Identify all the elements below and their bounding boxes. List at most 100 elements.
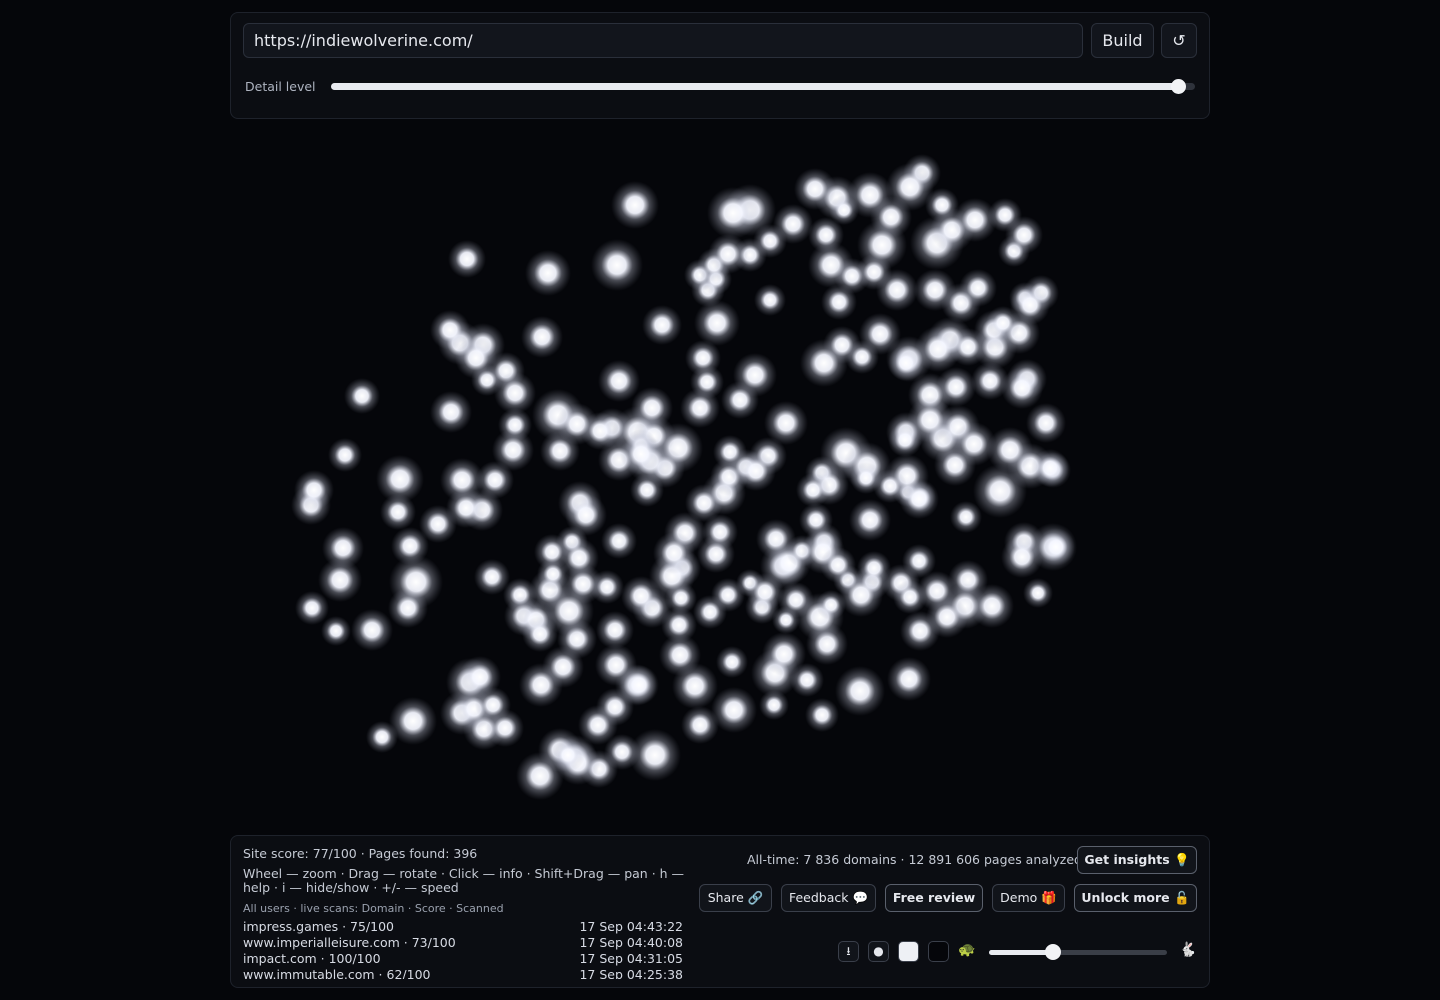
graph-node[interactable] (746, 573, 784, 611)
graph-node[interactable] (707, 187, 759, 239)
graph-node[interactable] (953, 198, 997, 242)
site-graph-canvas[interactable] (230, 125, 1210, 830)
speed-slider-thumb[interactable] (1045, 944, 1062, 960)
scan-row[interactable]: www.immutable.com · 62/100 17 Sep 04:25:… (243, 967, 683, 979)
graph-node[interactable] (845, 340, 879, 374)
dark-theme-icon[interactable] (928, 941, 949, 962)
graph-node[interactable] (611, 181, 659, 229)
detail-level-slider[interactable] (331, 79, 1195, 94)
get-insights-button[interactable]: Get insights 💡 (1077, 846, 1197, 874)
graph-node[interactable] (796, 473, 830, 507)
graph-node[interactable] (856, 254, 892, 290)
graph-node[interactable] (736, 451, 776, 491)
graph-node[interactable] (591, 239, 643, 291)
graph-node[interactable] (971, 362, 1009, 400)
graph-node[interactable] (1010, 285, 1050, 325)
graph-node[interactable] (1005, 216, 1043, 254)
graph-node[interactable] (849, 499, 891, 541)
graph-node[interactable] (708, 234, 748, 274)
graph-node[interactable] (653, 532, 695, 574)
refresh-icon[interactable]: ↺ (1161, 23, 1197, 58)
graph-node[interactable] (694, 300, 740, 346)
graph-node[interactable] (544, 586, 594, 636)
graph-node[interactable] (893, 580, 927, 614)
scan-row[interactable]: impress.games · 75/100 17 Sep 04:43:22 (243, 919, 683, 935)
graph-node[interactable] (888, 345, 924, 381)
unlock-more-button[interactable]: Unlock more 🔓 (1074, 884, 1197, 912)
graph-node[interactable] (759, 690, 789, 720)
graph-node[interactable] (391, 527, 429, 565)
graph-node[interactable] (540, 431, 580, 471)
graph-node[interactable] (448, 240, 486, 278)
graph-node[interactable] (952, 422, 996, 466)
graph-node[interactable] (321, 616, 351, 646)
build-button[interactable]: Build (1091, 23, 1154, 58)
free-review-button[interactable]: Free review (885, 884, 983, 912)
graph-node[interactable] (521, 316, 563, 358)
graph-node[interactable] (886, 163, 934, 211)
graph-node[interactable] (295, 591, 329, 625)
graph-node[interactable] (351, 609, 393, 651)
graph-node[interactable] (829, 195, 859, 225)
live-scans-list[interactable]: impress.games · 75/100 17 Sep 04:43:22 w… (231, 917, 691, 979)
scan-row[interactable]: impact.com · 100/100 17 Sep 04:31:05 (243, 951, 683, 967)
graph-node[interactable] (642, 305, 682, 345)
graph-node[interactable] (959, 269, 997, 307)
graph-node[interactable] (970, 584, 1014, 628)
graph-node[interactable] (620, 433, 662, 475)
graph-node[interactable] (950, 501, 982, 533)
graph-node[interactable] (1026, 403, 1066, 443)
graph-node[interactable] (596, 611, 634, 649)
url-input[interactable]: https://indiewolverine.com/ (243, 23, 1083, 58)
speed-slider[interactable] (989, 944, 1167, 960)
graph-node[interactable] (873, 469, 907, 503)
graph-node[interactable] (486, 709, 524, 747)
share-button[interactable]: Share 🔗 (699, 884, 772, 912)
detail-level-thumb[interactable] (1170, 79, 1186, 94)
graph-node[interactable] (596, 688, 634, 726)
scan-row[interactable]: www.imperialleisure.com · 73/100 17 Sep … (243, 935, 683, 951)
graph-node[interactable] (631, 387, 673, 429)
node-style-dot-icon[interactable]: ● (868, 941, 889, 962)
graph-node[interactable] (835, 666, 885, 716)
graph-node[interactable] (764, 401, 808, 445)
download-icon[interactable]: ⭳ (838, 941, 859, 962)
graph-node[interactable] (430, 391, 472, 433)
graph-node[interactable] (294, 470, 334, 510)
graph-node[interactable] (542, 646, 584, 688)
graph-node[interactable] (888, 423, 922, 457)
graph-node[interactable] (621, 576, 661, 616)
demo-button[interactable]: Demo 🎁 (992, 884, 1065, 912)
feedback-button[interactable]: Feedback 💬 (781, 884, 876, 912)
graph-node[interactable] (665, 582, 697, 614)
graph-node[interactable] (716, 646, 748, 678)
graph-node[interactable] (680, 388, 720, 428)
graph-node[interactable] (790, 663, 824, 697)
graph-node[interactable] (1023, 578, 1053, 608)
graph-node[interactable] (936, 367, 976, 407)
graph-node[interactable] (525, 250, 571, 296)
graph-node[interactable] (598, 360, 640, 402)
graph-node[interactable] (773, 204, 813, 244)
graph-node[interactable] (754, 284, 786, 316)
graph-node[interactable] (389, 697, 437, 745)
graph-node[interactable] (926, 596, 968, 638)
graph-node[interactable] (322, 527, 364, 569)
graph-node[interactable] (1001, 536, 1043, 578)
light-theme-icon[interactable] (898, 941, 919, 962)
graph-node[interactable] (794, 168, 836, 210)
graph-node[interactable] (380, 494, 416, 530)
graph-node[interactable] (887, 657, 931, 701)
graph-node[interactable] (805, 698, 839, 732)
graph-node[interactable] (721, 381, 759, 419)
graph-node[interactable] (388, 588, 428, 628)
graph-node[interactable] (430, 310, 470, 350)
graph-node[interactable] (537, 558, 569, 590)
graph-node[interactable] (601, 523, 637, 559)
graph-node[interactable] (681, 706, 719, 744)
graph-node[interactable] (516, 752, 564, 800)
graph-node[interactable] (672, 663, 718, 709)
graph-node[interactable] (476, 461, 514, 499)
graph-node[interactable] (328, 438, 362, 472)
graph-node[interactable] (1031, 449, 1069, 487)
